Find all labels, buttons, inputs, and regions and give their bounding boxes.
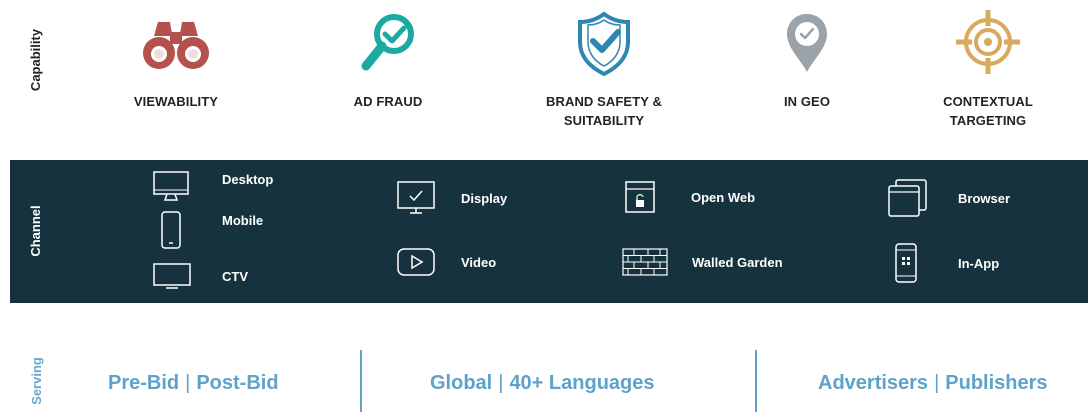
serving-separator: | <box>185 372 191 394</box>
app-phone-icon <box>895 243 917 283</box>
shield-check-icon <box>578 11 630 77</box>
channel-label: Browser <box>958 190 1011 206</box>
capability-label: CONTEXTUAL <box>943 94 1033 109</box>
display-screen-check-icon <box>397 181 435 214</box>
browser-window-lock-icon <box>625 181 655 213</box>
capability-label-line2: TARGETING <box>949 113 1027 128</box>
capability-brand-safety: BRAND SAFETY & SUITABILITY <box>519 8 689 130</box>
serving-global: Global <box>430 372 493 394</box>
crosshair-target-icon <box>956 10 1020 74</box>
channel-label: Open Web <box>691 189 756 205</box>
capability-in-geo: IN GEO <box>722 8 892 111</box>
vertical-divider <box>755 350 757 412</box>
channel-in-app: In-App <box>894 242 999 284</box>
channel-open-web: Open Web <box>624 180 755 214</box>
channel-browser: Browser <box>886 178 1010 218</box>
mobile-phone-icon <box>161 211 181 249</box>
serving-post-bid: Post-Bid <box>196 372 279 394</box>
serving-separator: | <box>498 372 504 394</box>
desktop-monitor-icon <box>153 171 189 201</box>
capability-contextual-targeting: CONTEXTUAL TARGETING <box>903 8 1073 130</box>
serving-separator: | <box>934 372 940 394</box>
capability-label: AD FRAUD <box>353 94 423 109</box>
capability-label: IN GEO <box>783 94 831 109</box>
stacked-windows-icon <box>888 179 927 217</box>
channel-label: Desktop <box>222 171 274 187</box>
channel-label: In-App <box>958 255 1000 271</box>
channel-label: CTV <box>222 268 248 284</box>
magnifier-check-icon <box>361 14 414 71</box>
channel-label: Mobile <box>222 212 264 228</box>
tv-screen-icon <box>153 263 191 289</box>
map-pin-check-icon <box>787 14 827 72</box>
serving-languages: 40+ Languages <box>509 372 655 394</box>
binoculars-icon <box>143 22 209 69</box>
serving-coverage: Global | 40+ Languages <box>430 372 655 395</box>
channel-desktop: Desktop <box>152 170 273 204</box>
channel-video: Video <box>396 247 496 277</box>
capability-viewability: VIEWABILITY <box>91 8 261 111</box>
capability-label: VIEWABILITY <box>133 94 219 109</box>
channel-label: Walled Garden <box>692 254 783 270</box>
serving-publishers: Publishers <box>945 372 1048 394</box>
channel-label: Video <box>461 254 497 270</box>
capability-label: BRAND SAFETY & <box>545 94 662 109</box>
channel-section-label: Channel <box>28 205 43 257</box>
brick-wall-icon <box>622 248 668 276</box>
channel-ctv: CTV <box>152 262 248 290</box>
serving-bid-timing: Pre-Bid | Post-Bid <box>108 372 279 395</box>
channel-display: Display <box>396 180 507 216</box>
capability-ad-fraud: AD FRAUD <box>303 8 473 111</box>
serving-section-label: Serving <box>29 357 44 405</box>
channel-label: Display <box>461 190 508 206</box>
channel-walled-garden: Walled Garden <box>622 248 783 276</box>
vertical-divider <box>360 350 362 412</box>
capability-section-label: Capability <box>28 28 43 92</box>
video-play-icon <box>397 248 435 276</box>
channel-mobile: Mobile <box>160 210 263 250</box>
capability-label-line2: SUITABILITY <box>563 113 645 128</box>
serving-pre-bid: Pre-Bid <box>108 372 180 394</box>
serving-audience: Advertisers | Publishers <box>818 372 1048 395</box>
serving-advertisers: Advertisers <box>818 372 929 394</box>
